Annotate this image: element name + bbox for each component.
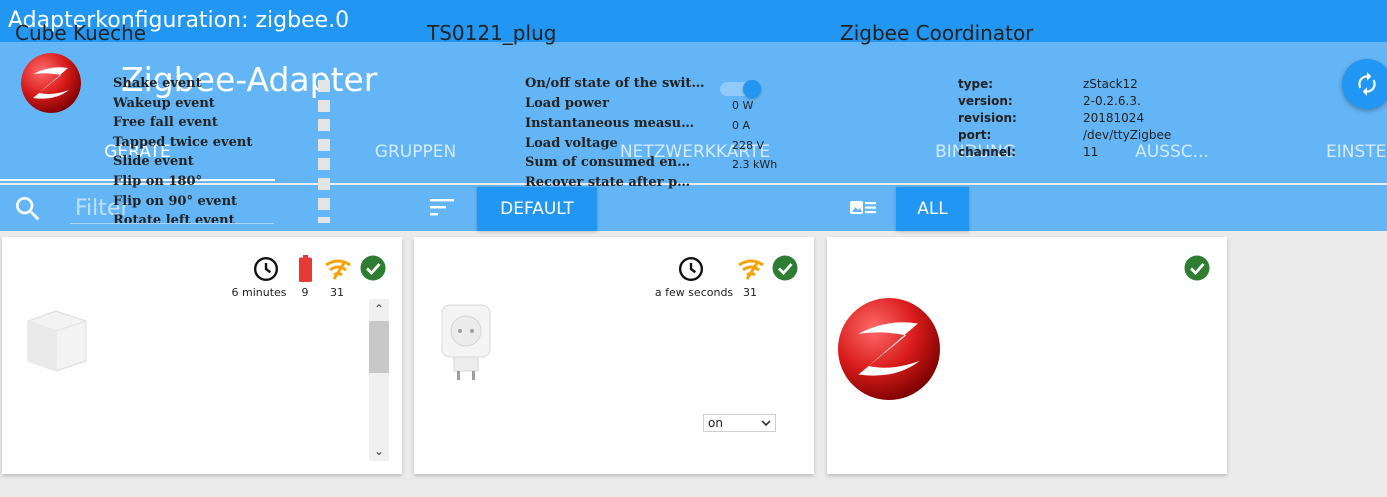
window-title: Adapterkonfiguration: zigbee.0 <box>0 0 1387 42</box>
list-item: Flip on 180° <box>113 174 333 194</box>
scroll-up-icon[interactable]: ⌃ <box>369 299 389 319</box>
info-row: channel: 11 <box>958 145 1099 159</box>
event-indicator <box>318 197 330 210</box>
recover-state-select[interactable]: on <box>703 414 776 432</box>
cube-device-image <box>20 307 92 378</box>
info-row: revision: 20181024 <box>958 111 1145 125</box>
plug-device-image <box>436 303 496 388</box>
list-item: Slide event <box>113 154 333 174</box>
clock-icon <box>253 256 279 287</box>
event-scrollbar[interactable]: ⌃ ⌄ <box>369 299 389 461</box>
event-indicator <box>318 217 330 224</box>
state-value: 228 V <box>732 139 765 152</box>
list-item: Instantaneous measured...0 A <box>525 116 751 132</box>
scroll-down-icon[interactable]: ⌄ <box>369 441 389 461</box>
refresh-button[interactable] <box>1342 59 1387 109</box>
state-value: 0 W <box>732 99 754 112</box>
list-item: Shake event <box>113 76 333 96</box>
list-item: Tapped twice event <box>113 135 333 155</box>
last-seen-label: 6 minutes <box>231 286 287 299</box>
tab-einstellungen[interactable]: EINSTEL <box>1326 131 1387 183</box>
device-name: Cube Kueche <box>15 21 147 45</box>
device-name: Zigbee Coordinator <box>840 21 1034 45</box>
state-value: 0 A <box>732 119 751 132</box>
event-indicator <box>318 138 330 151</box>
info-row: port:/dev/ttyZigbee <box>958 128 1172 142</box>
device-name: TS0121_plug <box>427 21 557 45</box>
link-quality-label: 31 <box>743 286 757 299</box>
scrollbar-thumb[interactable] <box>369 321 389 373</box>
refresh-icon <box>1358 72 1376 96</box>
sort-icon[interactable] <box>430 197 454 222</box>
last-seen-label: a few seconds <box>654 286 734 299</box>
list-item: Load power 0 W <box>525 96 754 112</box>
view-list-icon[interactable] <box>849 199 877 222</box>
status-ok-icon <box>1184 255 1210 286</box>
list-item: Rotate left event <box>113 213 333 224</box>
event-indicator <box>318 80 330 92</box>
view-all-button[interactable]: ALL <box>896 187 969 231</box>
event-indicator <box>318 99 330 112</box>
state-value: 2.3 kWh <box>732 158 778 171</box>
list-item: Sum of consumed energy 2.3 kWh <box>525 155 778 171</box>
list-item: Load voltage 228 V <box>525 136 765 152</box>
list-item: Flip on 90° event <box>113 194 333 214</box>
event-list: Shake event Wakeup event Free fall event… <box>113 76 333 224</box>
signal-icon <box>324 257 352 286</box>
event-indicator <box>318 119 330 132</box>
search-icon <box>12 193 44 230</box>
zigbee-coordinator-logo <box>838 298 940 405</box>
signal-icon <box>737 257 765 286</box>
zigbee-logo <box>21 53 81 113</box>
event-indicator <box>318 158 330 171</box>
list-item: Free fall event <box>113 115 333 135</box>
battery-label: 9 <box>301 286 309 299</box>
status-ok-icon <box>360 255 386 286</box>
clock-icon <box>678 256 704 287</box>
info-row: type: zStack12 <box>958 77 1138 91</box>
chevron-down-icon <box>761 415 771 435</box>
list-item: Wakeup event <box>113 96 333 116</box>
status-ok-icon <box>772 255 798 286</box>
list-item: Recover state after powe... <box>525 175 695 190</box>
event-indicator <box>318 177 330 190</box>
switch-toggle-knob[interactable] <box>743 80 761 98</box>
link-quality-label: 31 <box>330 286 344 299</box>
info-row: version: 2-0.2.6.3. <box>958 94 1141 108</box>
battery-icon <box>299 255 312 287</box>
